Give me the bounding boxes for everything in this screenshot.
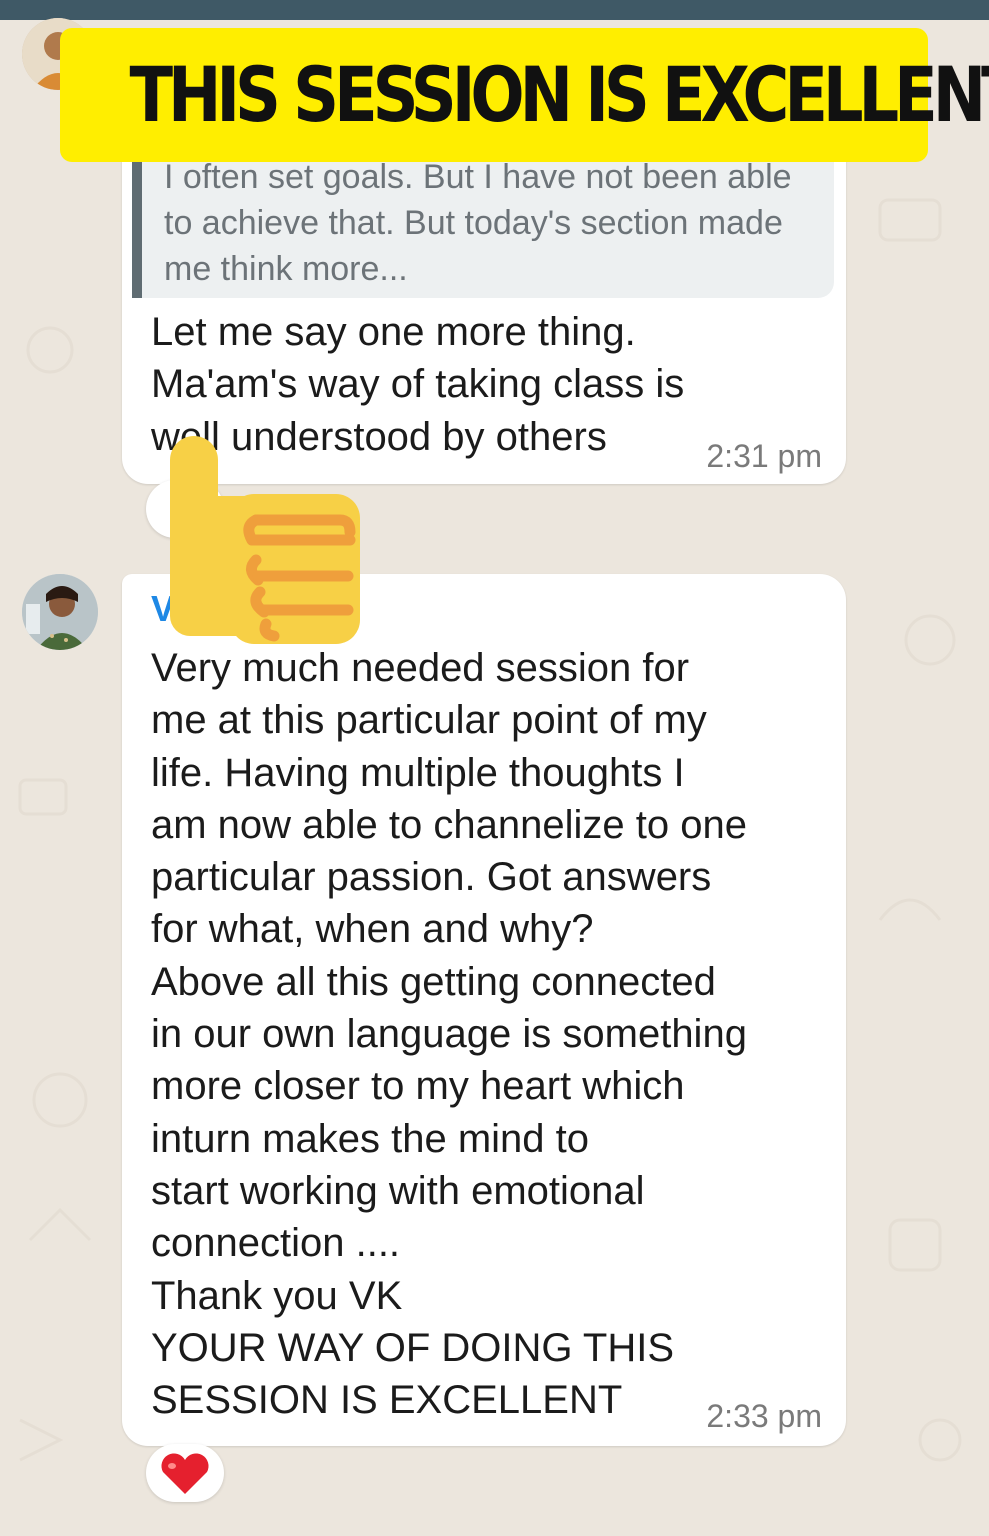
avatar-photo	[22, 574, 98, 650]
sender-avatar[interactable]	[22, 574, 98, 650]
message-time: 2:33 pm	[706, 1398, 822, 1434]
quoted-text: I often set goals. But I have not been a…	[164, 158, 792, 288]
reaction-badge[interactable]	[146, 1444, 224, 1502]
status-bar	[0, 0, 989, 20]
message-bubble[interactable]: V Very much needed session for me at thi…	[122, 574, 846, 1446]
message-time: 2:31 pm	[706, 438, 822, 474]
red-heart-icon	[161, 1453, 209, 1494]
banner-title: THIS SESSION IS EXCELLENT	[129, 50, 989, 139]
thumbs-up-icon	[170, 436, 360, 644]
title-banner: THIS SESSION IS EXCELLENT	[60, 28, 989, 162]
message-text: Very much needed session for me at this …	[151, 646, 747, 1423]
